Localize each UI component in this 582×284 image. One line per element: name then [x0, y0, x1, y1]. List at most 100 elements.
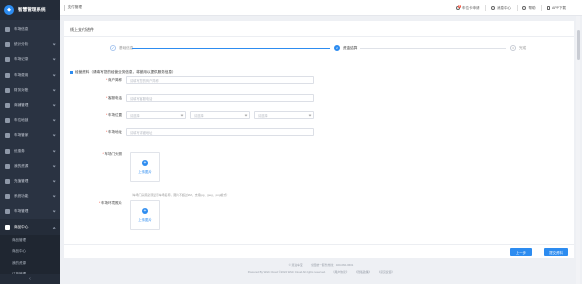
sidebar-item-open[interactable]: 商品中心	[0, 219, 60, 235]
field-label: *车场门头照	[102, 152, 122, 156]
divider	[541, 5, 542, 11]
sidebar-item-label: 系统功能	[14, 194, 29, 199]
step-label: 资金结算	[343, 45, 358, 50]
sidebar-subitem[interactable]: 商品中心	[0, 246, 60, 258]
privacy-policy-link[interactable]: 《隐私政策》	[355, 270, 372, 274]
step-number: 3	[510, 45, 516, 51]
sidebar-item[interactable]: 我的资源	[0, 159, 60, 174]
help-icon	[522, 6, 527, 10]
message-center-label: 消息中心	[496, 5, 511, 10]
sidebar-item-label: 车场管理	[14, 209, 29, 214]
app-download-button[interactable]: APP下载	[546, 5, 566, 11]
page-title: 线上支付进件	[70, 27, 94, 32]
plus-icon: +	[142, 160, 148, 166]
sidebar-item[interactable]: 车位地锁	[0, 113, 60, 128]
footer: © 慧泊车宝 全国统一服务热线：400-060-0601 Powered By …	[60, 258, 582, 284]
chevron-left-icon: ‹	[29, 276, 31, 282]
province-select[interactable]: 请选择	[126, 111, 186, 119]
scrollbar-thumb[interactable]	[576, 30, 580, 60]
sidebar-subitem[interactable]: 我的资源	[0, 257, 60, 269]
chevron-down-icon	[52, 164, 56, 168]
sidebar-item-label: 车位地锁	[14, 118, 29, 123]
prev-step-button[interactable]: 上一步	[510, 248, 532, 256]
notification-badge: 8	[457, 4, 461, 8]
upload-hint: （车场门头照必须显示车场名称，图片不超过2M，支持jpg、jpeg、png格式）	[130, 193, 230, 197]
sidebar-item[interactable]: 车场费用	[0, 68, 60, 83]
collapse-sidebar-button[interactable]: ‹	[0, 274, 60, 284]
bell-icon: 8	[455, 4, 461, 10]
sidebar-item-label: 统计分析	[14, 42, 29, 47]
merchant-name-input[interactable]: 请填写您的商户简称	[126, 76, 314, 84]
sidebar-item[interactable]: 充值管理	[0, 174, 60, 189]
menu-item-icon	[5, 194, 10, 200]
help-button[interactable]: 帮助	[522, 5, 542, 11]
chevron-down-icon	[244, 113, 247, 117]
sidebar-subitem-label: 商品管理	[12, 237, 26, 242]
upload-label: 上传图片	[138, 170, 152, 174]
sidebar-item-label: 车场记录	[14, 57, 29, 62]
form-row-merchant-name: *商户简称 请填写您的商户简称	[64, 76, 314, 84]
sidebar-item-label: 商铺管理	[14, 103, 29, 108]
card-apply-button[interactable]: 8 车位卡申请	[455, 4, 486, 11]
menu-item-icon	[5, 103, 10, 109]
sidebar-item[interactable]: 优惠券	[0, 144, 60, 159]
footer-powered-by: Powered By Wish Cloud ©2024 Wish Cloud A…	[247, 270, 326, 274]
action-bar: 上一步 提交资料	[64, 244, 574, 258]
header-actions: 8 车位卡申请 消息中心 帮助 APP下载	[455, 0, 566, 16]
message-center-button[interactable]: 消息中心	[490, 5, 518, 11]
sidebar-item[interactable]: 系统功能	[0, 189, 60, 204]
step-settlement: 2 资金结算	[334, 45, 357, 51]
app-root: ◆ 智慧管理系统 车场信息 统计分析 车场记录 车场费用 财务对账 商铺管理 车…	[0, 0, 582, 284]
step-label: 完成	[519, 45, 527, 50]
form-row-location: *车场位置 请选择 请选择 请选择	[64, 111, 314, 119]
feedback-link[interactable]: 《意见反馈》	[377, 270, 394, 274]
field-label: *车场位置	[106, 112, 122, 117]
footer-copyright: © 慧泊车宝	[288, 263, 303, 267]
sidebar-item[interactable]: 车场记录	[0, 52, 60, 67]
sidebar-item-label: 优惠券	[14, 148, 25, 153]
brand[interactable]: ◆ 智慧管理系统	[0, 0, 60, 20]
plus-icon: +	[142, 208, 148, 214]
sidebar-item[interactable]: 车场信息	[0, 22, 60, 37]
chevron-down-icon	[308, 113, 311, 117]
title-divider	[64, 36, 574, 37]
storefront-photo-upload[interactable]: + 上传图片	[130, 152, 160, 182]
breadcrumb-divider	[64, 4, 65, 11]
address-input[interactable]: 请填写详细地址	[126, 128, 314, 136]
city-select[interactable]: 请选择	[190, 111, 250, 119]
footer-line-1: © 慧泊车宝 全国统一服务热线：400-060-0601	[60, 263, 582, 267]
menu-item-icon	[5, 72, 10, 78]
breadcrumb-current[interactable]: 支付管理	[68, 5, 82, 10]
submit-button[interactable]: 提交资料	[544, 248, 568, 256]
breadcrumb: 支付管理	[64, 4, 82, 11]
step-check-icon: ✓	[110, 45, 116, 51]
chevron-down-icon	[52, 73, 56, 77]
app-download-label: APP下载	[551, 5, 566, 10]
service-phone-input[interactable]: 请填写客服电话	[126, 94, 314, 102]
chevron-down-icon	[52, 103, 56, 107]
step-number: 2	[334, 45, 340, 51]
sidebar-subitem[interactable]: 商品管理	[0, 234, 60, 247]
sidebar-item-label: 充值管理	[14, 178, 29, 183]
sidebar-item[interactable]: 车场管理	[0, 204, 60, 219]
menu-item-icon	[5, 118, 10, 124]
section-heading: 经营资料（请填写您的经营业务信息，将被用以提供服务信息）	[70, 70, 176, 75]
card-apply-label: 车位卡申请	[461, 5, 480, 10]
footer-hotline: 全国统一服务热线：400-060-0601	[310, 263, 354, 267]
form-row-service-phone: *客服电话 请填写客服电话	[64, 94, 314, 102]
divider	[485, 5, 486, 11]
step-connector	[360, 48, 506, 49]
user-agreement-link[interactable]: 《用户协议》	[332, 270, 349, 274]
sidebar-item[interactable]: 财务对账	[0, 83, 60, 98]
sidebar-item[interactable]: 统计分析	[0, 37, 60, 52]
main-card: 线上支付进件 ✓ 基础信息 2 资金结算 3 完成 经营资料（请填写您的经营业务…	[64, 21, 574, 257]
environment-photo-upload[interactable]: + 上传图片	[130, 200, 160, 230]
sidebar-nav: 车场信息 统计分析 车场记录 车场费用 财务对账 商铺管理 车位地锁 车场管家 …	[0, 20, 60, 284]
sidebar-item-label: 财务对账	[14, 87, 29, 92]
menu-item-icon	[5, 57, 10, 63]
sidebar-item[interactable]: 车场管家	[0, 128, 60, 143]
brand-title: 智慧管理系统	[18, 7, 46, 12]
sidebar-item[interactable]: 商铺管理	[0, 98, 60, 113]
district-select[interactable]: 请选择	[254, 111, 314, 119]
menu-item-icon	[5, 163, 10, 169]
